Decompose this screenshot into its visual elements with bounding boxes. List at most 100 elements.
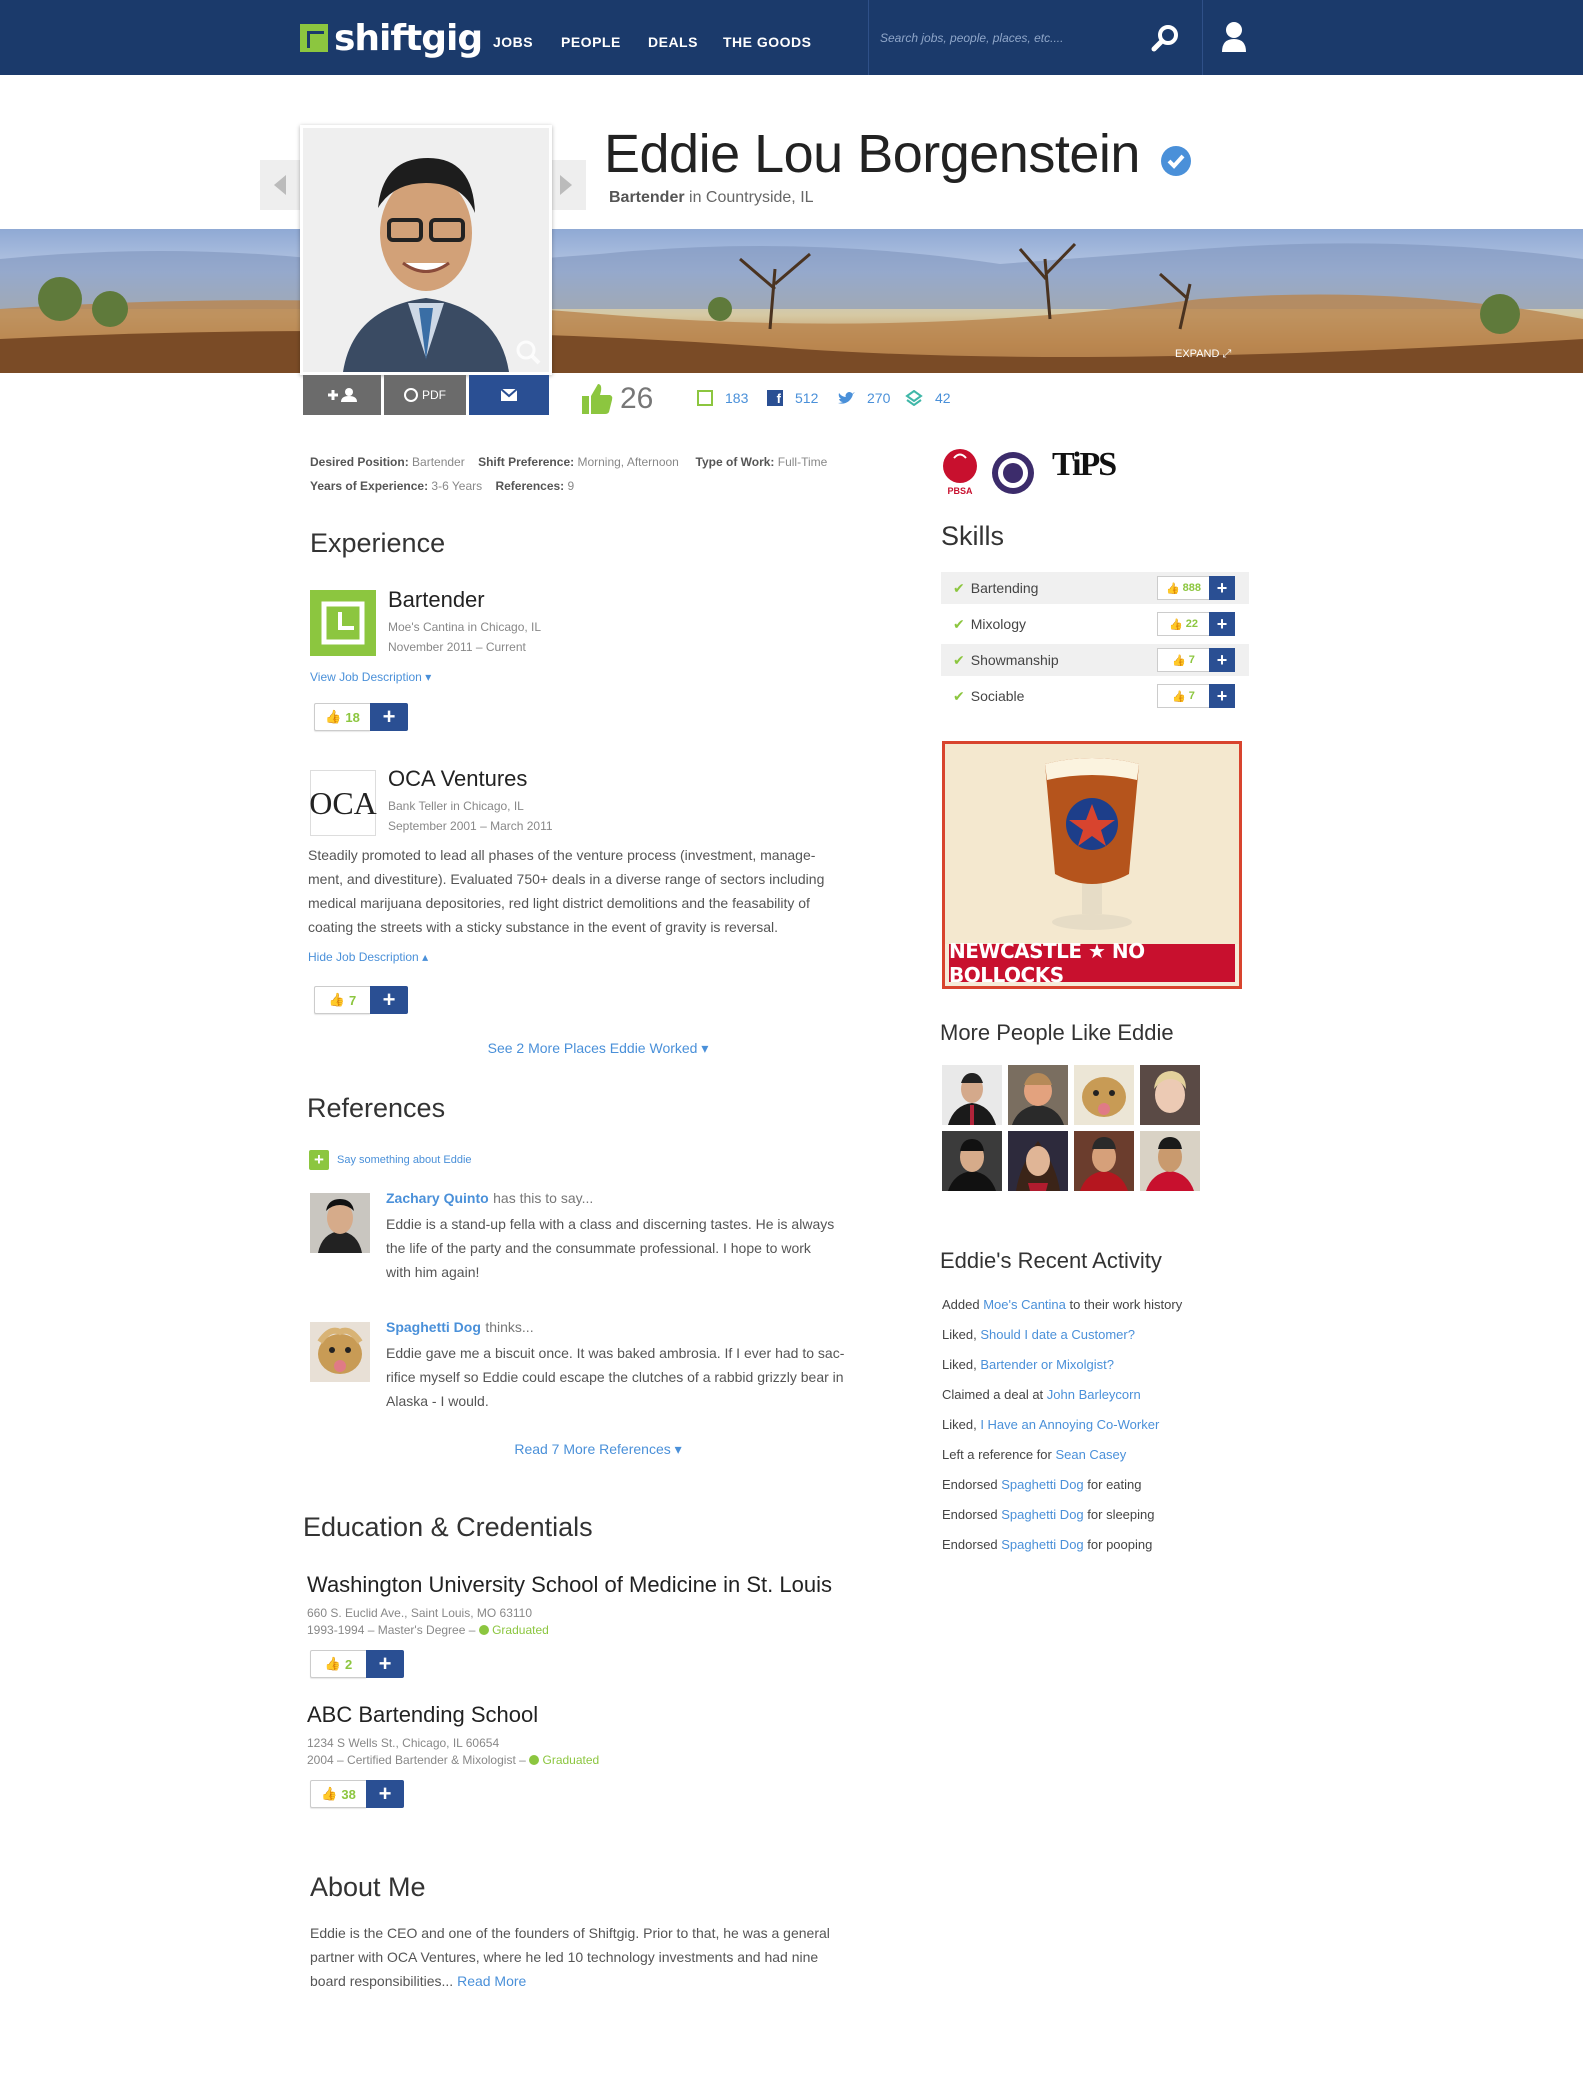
newcastle-ad[interactable]: NEWCASTLE ★ NO BOLLOCKS — [942, 741, 1242, 989]
activity-item: Endorsed Spaghetti Dog for eating — [942, 1470, 1242, 1500]
skill-endorse-plus-button[interactable]: + — [1209, 612, 1235, 636]
activity-text: Claimed a deal at — [942, 1387, 1047, 1402]
endorse-plus-button[interactable]: + — [366, 1780, 404, 1808]
skill-endorse-count[interactable]: 👍 7 — [1157, 684, 1209, 708]
read-more-references-link[interactable]: Read 7 More References ▾ — [308, 1441, 888, 1458]
person-thumbnail[interactable] — [1008, 1065, 1068, 1125]
skill-endorse-plus-button[interactable]: + — [1209, 684, 1235, 708]
activity-item: Liked, Bartender or Mixolgist? — [942, 1350, 1242, 1380]
skill-name: Bartending — [970, 580, 1039, 596]
person-thumbnail[interactable] — [942, 1065, 1002, 1125]
check-icon: ✔ — [953, 615, 965, 632]
activity-link[interactable]: I Have an Annoying Co-Worker — [980, 1417, 1159, 1432]
job-endorse-widget: 👍 7 + — [314, 986, 408, 1014]
skill-endorse-count[interactable]: 👍 7 — [1157, 648, 1209, 672]
nav-the-goods[interactable]: THE GOODS — [723, 34, 812, 50]
avatar[interactable] — [310, 1322, 370, 1382]
stat-shiftgig[interactable]: 183 — [697, 390, 748, 406]
skill-endorse-plus-button[interactable]: + — [1209, 648, 1235, 672]
education-heading: Education & Credentials — [303, 1512, 593, 1542]
activity-text: Liked, — [942, 1327, 981, 1342]
profile-photo[interactable] — [300, 125, 552, 375]
shiftgig-logo-icon — [300, 24, 328, 52]
shift-pref-value: Morning, Afternoon — [577, 455, 679, 469]
user-account-icon[interactable] — [1218, 20, 1250, 54]
reference-author-link[interactable]: Spaghetti Dog — [386, 1319, 481, 1335]
search-input[interactable] — [880, 22, 1140, 54]
job-description: Steadily promoted to lead all phases of … — [308, 843, 888, 939]
education-endorse-widget: 👍 38 + — [310, 1780, 404, 1808]
person-thumbnail[interactable] — [1140, 1065, 1200, 1125]
school-detail: 2004 – Certified Bartender & Mixologist … — [307, 1750, 599, 1770]
endorse-plus-button[interactable]: + — [370, 703, 408, 731]
about-read-more-link[interactable]: Read More — [457, 1973, 526, 1989]
caret-down-icon: ▾ — [425, 670, 432, 684]
activity-link[interactable]: John Barleycorn — [1047, 1387, 1141, 1402]
skill-endorse-plus-button[interactable]: + — [1209, 576, 1235, 600]
avatar[interactable] — [310, 1193, 370, 1253]
activity-link[interactable]: Sean Casey — [1055, 1447, 1126, 1462]
activity-link[interactable]: Moe's Cantina — [983, 1297, 1066, 1312]
skill-row: ✔ Showmanship 👍 7 + — [941, 644, 1249, 676]
shift-pref-label: Shift Preference: — [478, 455, 575, 469]
nav-deals[interactable]: DEALS — [648, 34, 698, 50]
endorse-count-value: 7 — [348, 992, 357, 1008]
activity-link[interactable]: Spaghetti Dog — [1001, 1477, 1083, 1492]
prev-photo-button[interactable] — [260, 160, 300, 210]
school-degree: 2004 – Certified Bartender & Mixologist … — [307, 1753, 526, 1767]
thumbs-up-icon: 👍 — [328, 992, 345, 1007]
likes-counter[interactable]: 26 — [580, 382, 653, 416]
reference-text: Eddie gave me a biscuit once. It was bak… — [386, 1341, 886, 1413]
activity-link[interactable]: Spaghetti Dog — [1001, 1507, 1083, 1522]
endorse-plus-button[interactable]: + — [366, 1650, 404, 1678]
stat-twitter[interactable]: 270 — [837, 390, 890, 406]
endorse-count[interactable]: 👍 2 — [310, 1650, 366, 1678]
endorse-count[interactable]: 👍 7 — [314, 986, 370, 1014]
person-thumbnail[interactable] — [1140, 1131, 1200, 1191]
activity-link[interactable]: Should I date a Customer? — [980, 1327, 1135, 1342]
see-more-jobs-link[interactable]: See 2 More Places Eddie Worked ▾ — [308, 1040, 888, 1057]
add-contact-button[interactable] — [303, 375, 381, 415]
add-reference-link[interactable]: + Say something about Eddie — [309, 1150, 472, 1170]
person-thumbnail[interactable] — [1074, 1131, 1134, 1191]
endorse-count[interactable]: 👍 18 — [314, 703, 370, 731]
profile-name: Eddie Lou Borgenstein — [604, 124, 1140, 184]
activity-heading: Eddie's Recent Activity — [940, 1248, 1162, 1273]
person-thumbnail[interactable] — [1074, 1065, 1134, 1125]
shiftgig-logo[interactable]: shiftgig — [300, 18, 483, 59]
activity-link[interactable]: Bartender or Mixolgist? — [980, 1357, 1114, 1372]
endorse-plus-button[interactable]: + — [370, 986, 408, 1014]
stat-shiftgig-value: 183 — [725, 390, 749, 406]
endorse-count[interactable]: 👍 38 — [310, 1780, 366, 1808]
nav-people[interactable]: PEOPLE — [561, 34, 621, 50]
about-line: board responsibilities... — [310, 1973, 454, 1989]
stat-facebook[interactable]: f 512 — [767, 390, 818, 406]
skill-endorse-value: 7 — [1188, 654, 1195, 666]
check-badge-icon — [1160, 145, 1192, 182]
school-degree: 1993-1994 – Master's Degree – — [307, 1623, 476, 1637]
expand-button[interactable]: EXPAND ⤢ — [1175, 348, 1231, 361]
work-type-value: Full-Time — [777, 455, 828, 469]
view-job-description-link[interactable]: View Job Description ▾ — [310, 670, 431, 684]
hide-job-description-link[interactable]: Hide Job Description ▴ — [308, 950, 428, 964]
stat-foursquare[interactable]: 42 — [905, 390, 951, 406]
skill-endorse-count[interactable]: 👍 22 — [1157, 612, 1209, 636]
activity-link[interactable]: Spaghetti Dog — [1001, 1537, 1083, 1552]
hide-job-description-label: Hide Job Description — [308, 950, 419, 964]
endorse-count-value: 38 — [341, 1786, 356, 1802]
reference-author-link[interactable]: Zachary Quinto — [386, 1190, 489, 1206]
person-thumbnail[interactable] — [1008, 1131, 1068, 1191]
email-button[interactable] — [469, 375, 549, 415]
download-pdf-button[interactable]: PDF — [384, 375, 466, 415]
check-icon: ✔ — [953, 687, 965, 704]
about-text: Eddie is the CEO and one of the founders… — [310, 1921, 890, 1993]
shiftgig-job-logo — [310, 590, 376, 656]
search-icon[interactable] — [1150, 22, 1182, 54]
job-description-line: coating the streets with a sticky substa… — [308, 919, 778, 935]
nav-jobs[interactable]: JOBS — [493, 34, 533, 50]
job-dates: November 2011 – Current — [388, 640, 526, 654]
skill-endorse-count[interactable]: 👍 888 — [1157, 576, 1209, 600]
next-photo-button[interactable] — [546, 160, 586, 210]
activity-text: for sleeping — [1083, 1507, 1155, 1522]
person-thumbnail[interactable] — [942, 1131, 1002, 1191]
